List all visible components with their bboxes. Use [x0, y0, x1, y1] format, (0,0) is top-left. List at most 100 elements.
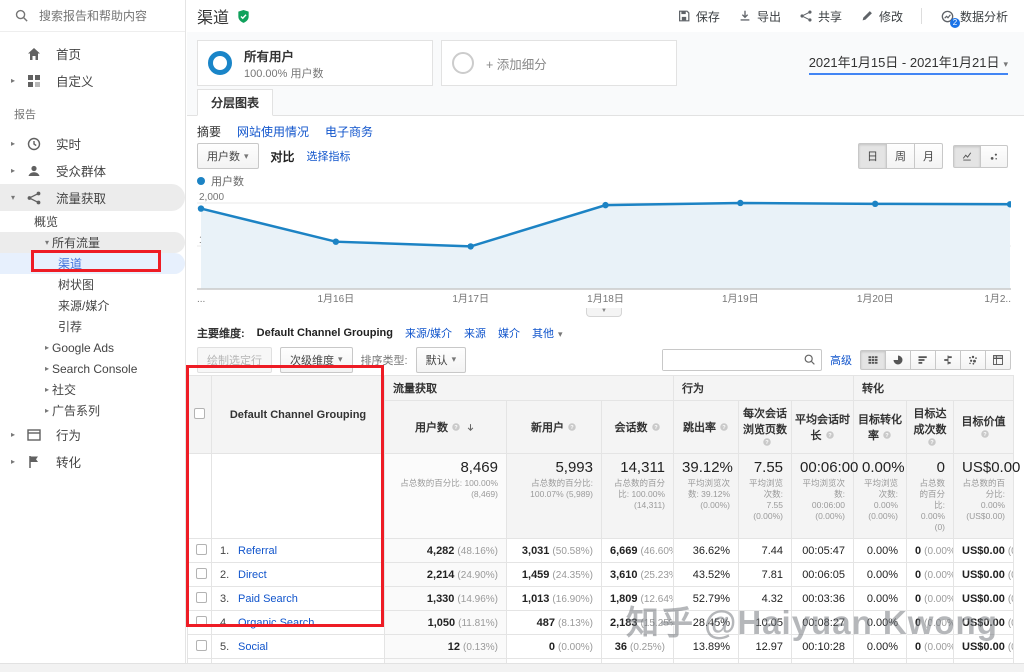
- granularity-month-button[interactable]: 月: [914, 143, 943, 169]
- column-header-goal-conv-rate[interactable]: 目标转化率?: [854, 401, 907, 454]
- row-checkbox[interactable]: [196, 592, 207, 603]
- dimension-default-channel-grouping[interactable]: Default Channel Grouping: [257, 327, 393, 339]
- motion-chart-type-button[interactable]: [980, 145, 1008, 168]
- export-button[interactable]: 导出: [738, 8, 781, 25]
- chevron-down-icon: ▾: [558, 329, 563, 339]
- secondary-dimension-button[interactable]: 次级维度▾: [280, 347, 353, 373]
- legend-label: 用户数: [211, 173, 244, 189]
- sidebar-item-search-console[interactable]: ▸Search Console: [0, 358, 185, 379]
- help-icon[interactable]: ?: [719, 422, 729, 432]
- sidebar-item-audience[interactable]: ▸受众群体: [0, 157, 185, 184]
- sidebar-item-google-ads[interactable]: ▸Google Ads: [0, 337, 185, 358]
- column-header-bounce-rate[interactable]: 跳出率?: [674, 401, 739, 454]
- channel-link[interactable]: Direct: [238, 569, 267, 581]
- sidebar-item-conversions[interactable]: ▸转化: [0, 448, 185, 475]
- help-icon[interactable]: ?: [825, 430, 835, 440]
- add-segment-button[interactable]: + 添加细分: [441, 40, 677, 86]
- select-all-checkbox[interactable]: [194, 408, 205, 419]
- sidebar-item-channels[interactable]: 渠道: [0, 253, 185, 274]
- table-search-input[interactable]: [663, 350, 798, 370]
- metric-selector[interactable]: 用户数▾: [197, 143, 259, 169]
- save-button[interactable]: 保存: [677, 8, 720, 25]
- channel-link[interactable]: Referral: [238, 545, 277, 557]
- help-icon[interactable]: ?: [762, 437, 772, 447]
- sidebar-item-campaigns[interactable]: ▸广告系列: [0, 400, 185, 421]
- chart-point[interactable]: [467, 243, 473, 249]
- sidebar-item-home[interactable]: 首页: [0, 40, 185, 67]
- search-icon: [14, 8, 29, 23]
- segment-all-users[interactable]: 所有用户 100.00% 用户数: [197, 40, 433, 86]
- cell-goal-conv-rate: 0.00%: [854, 635, 907, 659]
- channel-link[interactable]: Paid Search: [238, 593, 298, 605]
- row-checkbox[interactable]: [196, 640, 207, 651]
- report-link-site-usage[interactable]: 网站使用情况: [237, 123, 309, 133]
- column-header-avg-duration[interactable]: 平均会话时长?: [792, 401, 854, 454]
- view-percentage-button[interactable]: [885, 350, 911, 370]
- sidebar-search[interactable]: [0, 0, 185, 32]
- sidebar-item-treemaps[interactable]: 树状图: [0, 274, 185, 295]
- sidebar-item-overview[interactable]: 概览: [0, 211, 185, 232]
- row-checkbox[interactable]: [196, 616, 207, 627]
- column-header-pages-session[interactable]: 每次会话浏览页数?: [739, 401, 792, 454]
- edit-button[interactable]: 修改: [860, 8, 903, 25]
- view-pivot-button[interactable]: [985, 350, 1011, 370]
- dimension-source[interactable]: 来源: [464, 325, 486, 341]
- chart-point[interactable]: [737, 200, 743, 206]
- tab-explorer[interactable]: 分层图表: [197, 89, 273, 116]
- sidebar-item-all-traffic[interactable]: ▾所有流量: [0, 232, 185, 253]
- view-comparison-button[interactable]: [935, 350, 961, 370]
- channel-link[interactable]: Organic Search: [238, 617, 314, 629]
- help-icon[interactable]: ?: [451, 422, 461, 432]
- sidebar-item-social[interactable]: ▸社交: [0, 379, 185, 400]
- insights-button[interactable]: 2 数据分析: [940, 8, 1008, 25]
- column-header-goal-completions[interactable]: 目标达成次数?: [907, 401, 954, 454]
- chart-point[interactable]: [198, 205, 204, 211]
- advanced-filter-link[interactable]: 高级: [830, 352, 852, 368]
- line-chart-type-button[interactable]: [953, 145, 981, 168]
- sort-type-button[interactable]: 默认▾: [416, 347, 467, 373]
- search-input[interactable]: [39, 9, 169, 23]
- cell-pages-session: 7.81: [739, 563, 792, 587]
- sidebar-item-source-medium[interactable]: 来源/媒介: [0, 295, 185, 316]
- share-button[interactable]: 共享: [799, 8, 842, 25]
- segment-ring-icon: [208, 51, 232, 75]
- column-header-new-users[interactable]: 新用户?: [507, 401, 602, 454]
- row-checkbox[interactable]: [196, 568, 207, 579]
- timeline-toggle-handle[interactable]: ▼: [586, 308, 622, 317]
- sidebar-item-behavior[interactable]: ▸行为: [0, 421, 185, 448]
- chart-point[interactable]: [333, 238, 339, 244]
- help-icon[interactable]: ?: [980, 429, 990, 439]
- help-icon[interactable]: ?: [927, 437, 937, 447]
- svg-text:?: ?: [654, 425, 658, 431]
- help-icon[interactable]: ?: [882, 430, 892, 440]
- column-header-goal-value[interactable]: 目标价值?: [954, 401, 1014, 454]
- table-search-icon[interactable]: [803, 353, 816, 366]
- help-icon[interactable]: ?: [567, 422, 577, 432]
- help-icon[interactable]: ?: [651, 422, 661, 432]
- report-link-ecommerce[interactable]: 电子商务: [325, 123, 373, 133]
- column-header-dimension[interactable]: Default Channel Grouping: [212, 376, 385, 454]
- date-range-selector[interactable]: 2021年1月15日 - 2021年1月21日▾: [809, 52, 1008, 75]
- column-header-sessions[interactable]: 会话数?: [602, 401, 674, 454]
- main-content: 渠道 保存 导出 共享 修改 2 数据分析 所有用户 100.00% 用户数 +…: [187, 0, 1024, 672]
- select-metric-link[interactable]: 选择指标: [307, 148, 351, 164]
- report-link-summary[interactable]: 摘要: [197, 123, 221, 133]
- export-icon: [738, 9, 752, 23]
- view-table-button[interactable]: [860, 350, 886, 370]
- view-term-cloud-button[interactable]: [960, 350, 986, 370]
- column-header-users[interactable]: 用户数?: [385, 401, 507, 454]
- chart-point[interactable]: [602, 202, 608, 208]
- row-checkbox[interactable]: [196, 544, 207, 555]
- sidebar-item-referrals[interactable]: 引荐: [0, 316, 185, 337]
- dimension-source-medium[interactable]: 来源/媒介: [405, 325, 452, 341]
- dimension-other[interactable]: 其他▾: [532, 325, 563, 341]
- sidebar-item-customization[interactable]: ▸自定义: [0, 67, 185, 94]
- sidebar-item-acquisition[interactable]: ▾流量获取: [0, 184, 185, 211]
- granularity-week-button[interactable]: 周: [886, 143, 915, 169]
- channel-link[interactable]: Social: [238, 641, 268, 653]
- chart-point[interactable]: [872, 201, 878, 207]
- granularity-day-button[interactable]: 日: [858, 143, 887, 169]
- sidebar-item-realtime[interactable]: ▸实时: [0, 130, 185, 157]
- view-performance-button[interactable]: [910, 350, 936, 370]
- dimension-medium[interactable]: 媒介: [498, 325, 520, 341]
